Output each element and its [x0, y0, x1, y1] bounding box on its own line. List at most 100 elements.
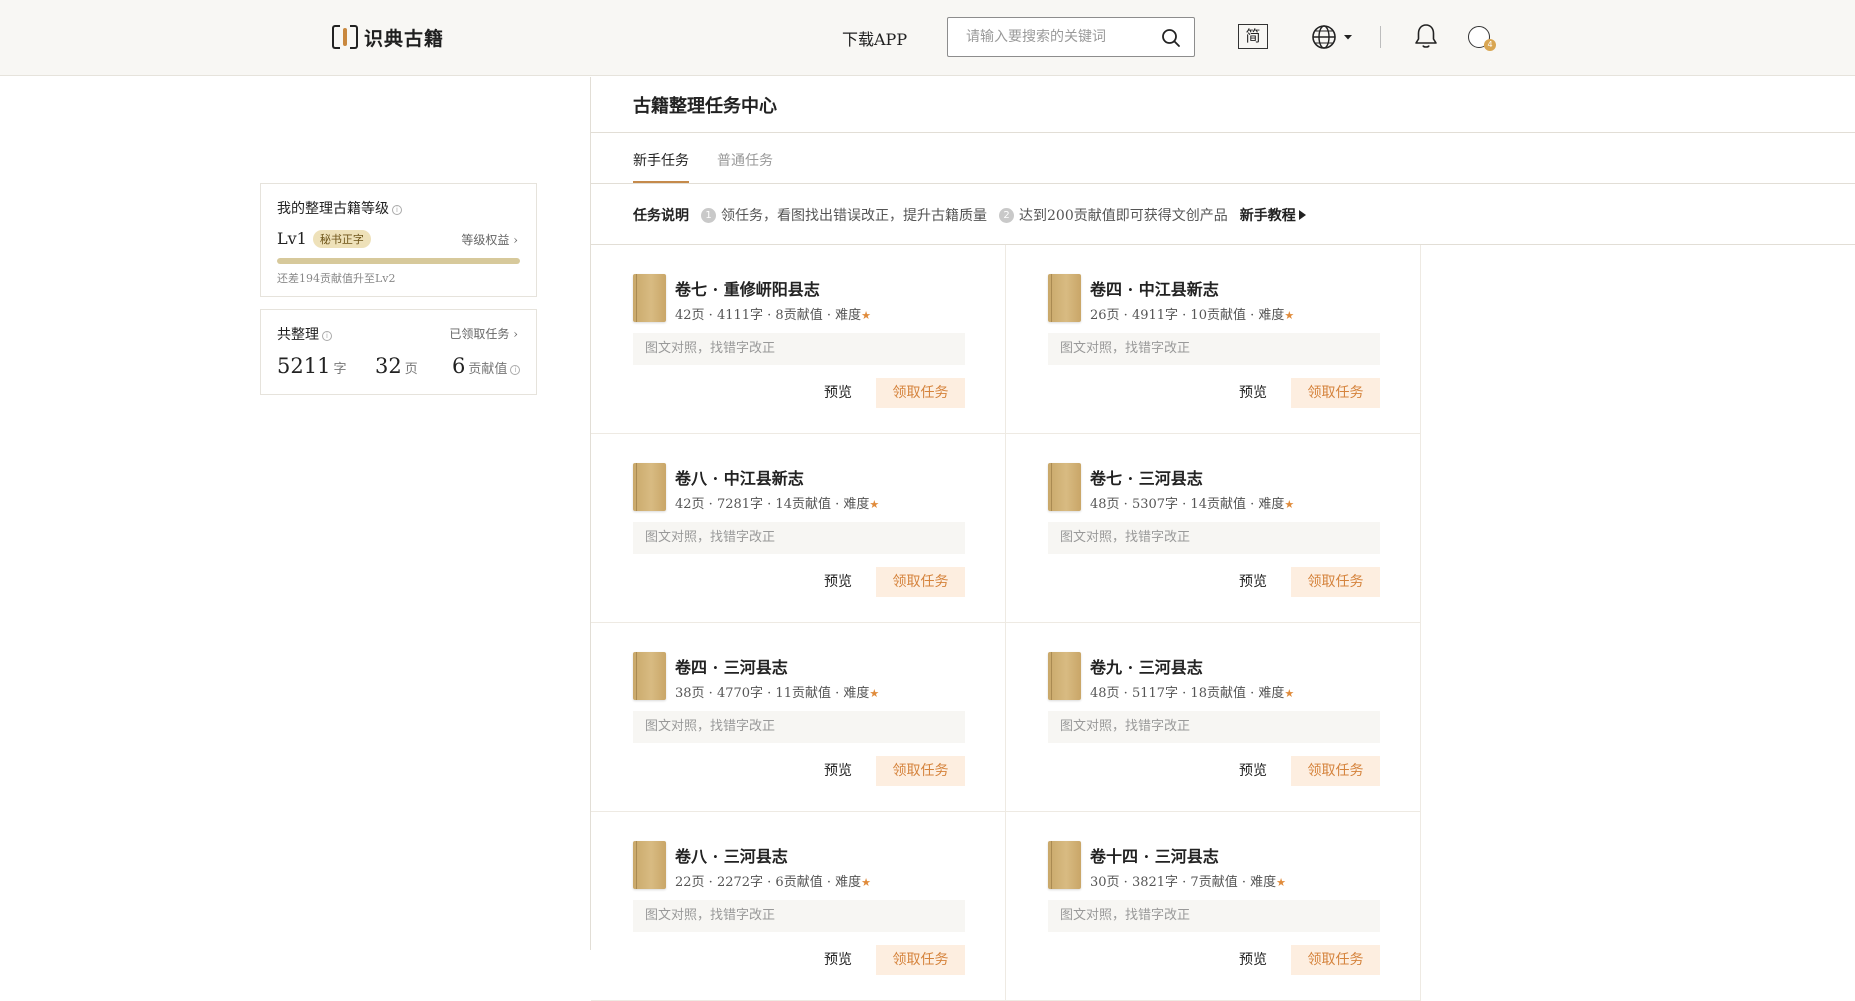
- difficulty-star-icon: ★: [1276, 876, 1286, 889]
- task-description: 图文对照，找错字改正: [633, 900, 965, 932]
- tab-newbie-tasks[interactable]: 新手任务: [633, 150, 689, 183]
- claim-task-button[interactable]: 领取任务: [876, 378, 965, 408]
- task-title[interactable]: 卷九 · 三河县志: [1090, 654, 1203, 678]
- task-card: 卷九 · 三河县志 48页 · 5117字 · 18贡献值 · 难度★ 图文对照，找…: [1006, 623, 1421, 812]
- task-title[interactable]: 卷四 · 三河县志: [675, 654, 788, 678]
- preview-button[interactable]: 预览: [1239, 382, 1267, 402]
- preview-button[interactable]: 预览: [1239, 571, 1267, 591]
- search-input[interactable]: [948, 18, 1153, 56]
- preview-button[interactable]: 预览: [1239, 760, 1267, 780]
- task-card: 卷七 · 重修岍阳县志 42页 · 4111字 · 8贡献值 · 难度★ 图文对照，…: [591, 245, 1006, 434]
- site-logo[interactable]: 识典古籍: [332, 22, 444, 52]
- task-meta: 30页 · 3821字 · 7贡献值 · 难度★: [1090, 871, 1286, 890]
- preview-button[interactable]: 预览: [824, 571, 852, 591]
- claim-task-button[interactable]: 领取任务: [1291, 756, 1380, 786]
- info-icon[interactable]: i: [510, 365, 521, 375]
- newbie-tutorial-link[interactable]: 新手教程: [1240, 205, 1306, 225]
- title-divider: [591, 132, 1855, 133]
- step1-number: 1: [701, 207, 716, 223]
- info-icon[interactable]: i: [322, 331, 332, 341]
- task-card: 卷四 · 三河县志 38页 · 4770字 · 11贡献值 · 难度★ 图文对照，找…: [591, 623, 1006, 812]
- search-icon[interactable]: [1160, 27, 1182, 49]
- difficulty-star-icon: ★: [1284, 498, 1295, 511]
- task-meta-text: 30页 · 3821字 · 7贡献值 · 难度: [1090, 875, 1277, 890]
- tab-normal-tasks[interactable]: 普通任务: [717, 150, 773, 183]
- task-meta-text: 42页 · 4111字 · 8贡献值 · 难度: [675, 308, 862, 323]
- book-cover-icon[interactable]: [633, 463, 666, 511]
- stat-contrib-value: 6: [452, 354, 466, 378]
- level-card: 我的整理古籍等级 i Lv1 秘书正字 等级权益 › 还差194贡献值升至Lv2: [260, 183, 537, 297]
- explain-label: 任务说明: [633, 208, 689, 224]
- book-cover-icon[interactable]: [1048, 841, 1081, 889]
- stat-chars-value: 5211: [277, 354, 331, 378]
- stat-pages-unit: 页: [404, 362, 418, 377]
- notification-bell-icon[interactable]: [1413, 22, 1439, 50]
- task-card: 卷八 · 三河县志 22页 · 2272字 · 6贡献值 · 难度★ 图文对照，找错…: [591, 812, 1006, 1001]
- user-avatar[interactable]: 4: [1468, 24, 1496, 51]
- play-triangle-icon: [1298, 210, 1306, 220]
- info-icon[interactable]: i: [392, 205, 402, 215]
- task-meta: 22页 · 2272字 · 6贡献值 · 难度★: [675, 871, 871, 890]
- total-card-title-text: 共整理: [277, 327, 319, 343]
- task-description: 图文对照，找错字改正: [1048, 900, 1380, 932]
- task-title[interactable]: 卷十四 · 三河县志: [1090, 843, 1219, 867]
- preview-button[interactable]: 预览: [824, 382, 852, 402]
- task-meta-text: 48页 · 5307字 · 14贡献值 · 难度: [1090, 497, 1285, 512]
- task-meta: 38页 · 4770字 · 11贡献值 · 难度★: [675, 682, 879, 701]
- task-meta-text: 26页 · 4911字 · 10贡献值 · 难度: [1090, 308, 1285, 323]
- level-card-title: 我的整理古籍等级 i: [277, 198, 402, 218]
- level-hint: 还差194贡献值升至Lv2: [277, 272, 396, 285]
- explain-step1: 领任务，看图找出错误改正，提升古籍质量: [721, 208, 987, 224]
- logo-mark-icon: [332, 23, 358, 51]
- preview-button[interactable]: 预览: [824, 949, 852, 969]
- task-card: 卷四 · 中江县新志 26页 · 4911字 · 10贡献值 · 难度★ 图文对照，…: [1006, 245, 1421, 434]
- explain-step2: 达到200贡献值即可获得文创产品: [1019, 208, 1228, 224]
- level-progress-fill: [277, 258, 520, 264]
- preview-button[interactable]: 预览: [824, 760, 852, 780]
- language-globe-icon[interactable]: [1311, 23, 1356, 51]
- claim-task-button[interactable]: 领取任务: [876, 567, 965, 597]
- stat-contrib: 6 贡献值 i: [452, 354, 521, 378]
- stats-row: 5211 字 32 页 6 贡献值 i: [277, 354, 524, 384]
- task-meta-text: 48页 · 5117字 · 18贡献值 · 难度: [1090, 686, 1285, 701]
- task-title[interactable]: 卷七 · 重修岍阳县志: [675, 276, 820, 300]
- simplified-chinese-toggle[interactable]: 简: [1238, 24, 1268, 49]
- tutorial-label: 新手教程: [1239, 208, 1296, 224]
- task-meta-text: 22页 · 2272字 · 6贡献值 · 难度: [675, 875, 862, 890]
- book-cover-icon[interactable]: [633, 274, 666, 322]
- difficulty-star-icon: ★: [869, 687, 880, 700]
- book-cover-icon[interactable]: [1048, 652, 1081, 700]
- claim-task-button[interactable]: 领取任务: [1291, 567, 1380, 597]
- level-row: Lv1 秘书正字: [277, 229, 371, 248]
- task-title[interactable]: 卷四 · 中江县新志: [1090, 276, 1219, 300]
- claimed-tasks-link[interactable]: 已领取任务 ›: [449, 325, 518, 342]
- task-tabs: 新手任务 普通任务: [633, 150, 801, 183]
- step2-number: 2: [999, 207, 1014, 223]
- book-cover-icon[interactable]: [633, 652, 666, 700]
- claim-task-button[interactable]: 领取任务: [876, 756, 965, 786]
- preview-button[interactable]: 预览: [1239, 949, 1267, 969]
- top-header: 识典古籍 下载APP 简 4: [0, 0, 1855, 76]
- difficulty-star-icon: ★: [1284, 309, 1295, 322]
- download-app-link[interactable]: 下载APP: [842, 26, 907, 50]
- task-meta-text: 38页 · 4770字 · 11贡献值 · 难度: [675, 686, 870, 701]
- task-title[interactable]: 卷八 · 中江县新志: [675, 465, 804, 489]
- task-card: 卷八 · 中江县新志 42页 · 7281字 · 14贡献值 · 难度★ 图文对照，…: [591, 434, 1006, 623]
- book-cover-icon[interactable]: [1048, 463, 1081, 511]
- stat-chars-unit: 字: [333, 362, 347, 377]
- level-progress-bar: [277, 258, 520, 264]
- task-explanation: 任务说明 1 领任务，看图找出错误改正，提升古籍质量 2 达到200贡献值即可获…: [633, 205, 1306, 225]
- task-title[interactable]: 卷七 · 三河县志: [1090, 465, 1203, 489]
- difficulty-star-icon: ★: [861, 876, 871, 889]
- search-box: [947, 17, 1195, 57]
- stat-pages-value: 32: [375, 354, 402, 378]
- claim-task-button[interactable]: 领取任务: [1291, 378, 1380, 408]
- task-title[interactable]: 卷八 · 三河县志: [675, 843, 788, 867]
- task-description: 图文对照，找错字改正: [1048, 522, 1380, 554]
- task-meta: 48页 · 5307字 · 14贡献值 · 难度★: [1090, 493, 1294, 512]
- book-cover-icon[interactable]: [633, 841, 666, 889]
- task-meta: 48页 · 5117字 · 18贡献值 · 难度★: [1090, 682, 1294, 701]
- level-rights-link[interactable]: 等级权益 ›: [461, 231, 518, 248]
- task-meta: 42页 · 7281字 · 14贡献值 · 难度★: [675, 493, 879, 512]
- book-cover-icon[interactable]: [1048, 274, 1081, 322]
